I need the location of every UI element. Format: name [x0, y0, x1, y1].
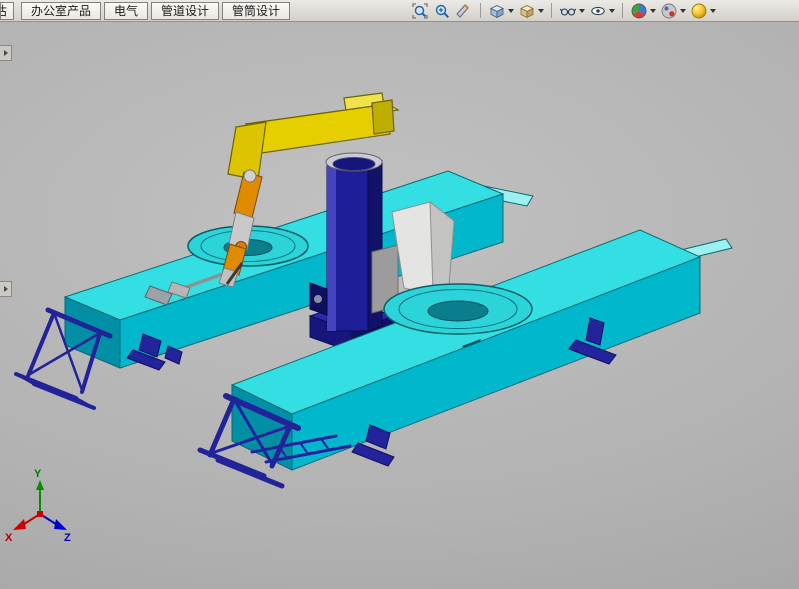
tab-office-products[interactable]: 办公室产品	[21, 2, 101, 20]
dropdown-arrow[interactable]	[609, 9, 615, 13]
tab-evaluate-label: 估	[0, 3, 7, 19]
view-settings-icon[interactable]	[588, 1, 616, 21]
viewport-3d-model: Y X Z	[0, 22, 799, 589]
dropdown-arrow[interactable]	[538, 9, 544, 13]
tab-electrical-label: 电气	[114, 4, 138, 18]
tab-office-products-label: 办公室产品	[31, 4, 91, 18]
triad-y-label: Y	[34, 468, 42, 480]
tab-tubing-design[interactable]: 管筒设计	[222, 2, 290, 20]
graphics-viewport[interactable]: Y X Z	[0, 22, 799, 589]
feature-tree-expand-arrow-top[interactable]	[0, 45, 12, 61]
dropdown-arrow[interactable]	[650, 9, 656, 13]
dropdown-arrow[interactable]	[710, 9, 716, 13]
view-orientation-icon[interactable]	[487, 1, 515, 21]
heads-up-view-toolbar	[410, 1, 799, 21]
feature-tree-expand-arrow-middle[interactable]	[0, 281, 12, 297]
tab-piping-design-label: 管道设计	[161, 4, 209, 18]
chevron-right-icon	[4, 286, 8, 292]
chevron-right-icon	[4, 50, 8, 56]
tab-electrical[interactable]: 电气	[104, 2, 148, 20]
triad-z-label: Z	[64, 532, 71, 544]
toolbar-separator	[622, 3, 623, 18]
zoom-to-fit-icon[interactable]	[410, 1, 430, 21]
dropdown-arrow[interactable]	[508, 9, 514, 13]
tab-piping-design[interactable]: 管道设计	[151, 2, 219, 20]
command-manager-bar: 估 办公室产品 电气 管道设计 管筒设计	[0, 0, 799, 22]
display-style-icon[interactable]	[517, 1, 545, 21]
render-options-icon[interactable]	[689, 1, 717, 21]
toolbar-separator	[551, 3, 552, 18]
hide-show-items-icon[interactable]	[558, 1, 586, 21]
apply-scene-icon[interactable]	[659, 1, 687, 21]
tab-tubing-design-label: 管筒设计	[232, 4, 280, 18]
edit-appearance-icon[interactable]	[629, 1, 657, 21]
triad-x-label: X	[5, 532, 13, 544]
dropdown-arrow[interactable]	[579, 9, 585, 13]
toolbar-separator	[480, 3, 481, 18]
cad-application-window: 估 办公室产品 电气 管道设计 管筒设计	[0, 0, 799, 589]
orientation-triad: Y X Z	[5, 468, 71, 544]
section-view-icon[interactable]	[454, 1, 474, 21]
tab-evaluate-partial[interactable]: 估	[0, 2, 14, 20]
dropdown-arrow[interactable]	[680, 9, 686, 13]
zoom-to-area-icon[interactable]	[432, 1, 452, 21]
